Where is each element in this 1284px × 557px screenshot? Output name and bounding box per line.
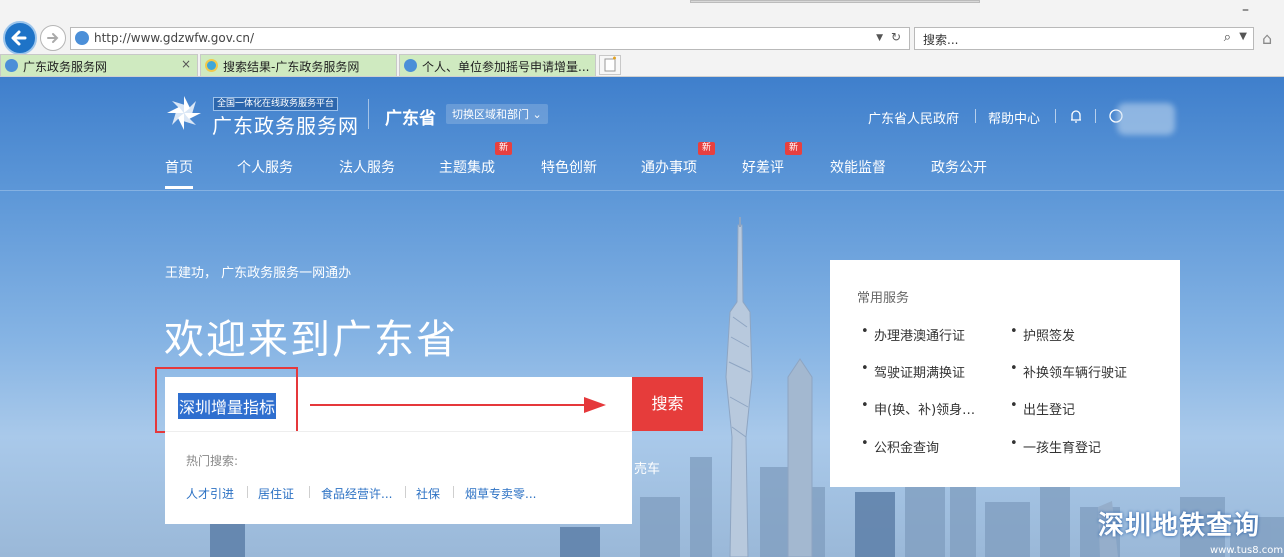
close-tab-icon[interactable]: ×: [181, 57, 191, 71]
popup-edge: [690, 0, 980, 3]
arrow-left-icon: [11, 30, 27, 46]
tab-search-results[interactable]: 搜索结果-广东政务服务网: [200, 54, 397, 76]
site-favicon-icon: [75, 31, 89, 45]
refresh-icon[interactable]: ↻: [891, 30, 901, 44]
header-separator: [1055, 109, 1056, 123]
service-item[interactable]: 驾驶证期满换证: [861, 361, 965, 381]
hot-search-separator: [453, 486, 454, 498]
provincial-gov-link[interactable]: 广东省人民政府: [868, 108, 959, 127]
arrow-right-icon: [47, 33, 59, 43]
new-badge: 新: [495, 142, 512, 155]
help-center-link[interactable]: 帮助中心: [988, 108, 1040, 127]
hot-search-separator: [405, 486, 406, 498]
site-favicon-icon: [5, 59, 18, 72]
forward-button[interactable]: [40, 25, 66, 51]
address-url: http://www.gdzwfw.gov.cn/: [94, 31, 254, 45]
service-item[interactable]: 出生登记: [1010, 398, 1075, 418]
search-dropdown-icon[interactable]: ▼: [1239, 31, 1247, 42]
service-item[interactable]: 护照签发: [1010, 324, 1075, 344]
tab-label: 广东政务服务网: [23, 60, 108, 74]
nav-home[interactable]: 首页: [165, 157, 193, 189]
home-icon[interactable]: ⌂: [1262, 29, 1272, 48]
service-item[interactable]: 补换领车辆行驶证: [1010, 361, 1127, 381]
gdzwfw-page: 全国一体化在线政务服务平台 广东政务服务网 广东省 切换区域和部门 ⌄ 广东省人…: [0, 77, 1284, 557]
hot-search-item[interactable]: 人才引进: [186, 485, 234, 502]
tab-gdzwfw[interactable]: 广东政务服务网 ×: [0, 54, 198, 76]
browser-search-box[interactable]: 搜索... ⌕ ▼: [914, 27, 1254, 50]
annotation-arrow: [310, 397, 606, 413]
minimize-button[interactable]: –: [1242, 2, 1249, 18]
hot-search-item[interactable]: 居住证: [258, 485, 294, 502]
welcome-heading: 欢迎来到广东省: [164, 317, 458, 363]
site-title[interactable]: 广东政务服务网: [212, 110, 359, 139]
search-button[interactable]: 搜索: [632, 377, 703, 431]
header-separator: [1095, 109, 1096, 123]
service-item[interactable]: 公积金查询: [861, 436, 939, 456]
hot-search-dropdown: [165, 431, 632, 524]
nav-special-innovation[interactable]: 特色创新: [541, 157, 597, 177]
service-item[interactable]: 办理港澳通行证: [861, 324, 965, 344]
nav-corporate-services[interactable]: 法人服务: [339, 157, 395, 177]
user-greeting: 王建功， 广东政务服务一网通办: [165, 266, 352, 281]
service-item[interactable]: 申(换、补)领身…: [861, 398, 975, 418]
tab-label: 搜索结果-广东政务服务网: [223, 60, 360, 74]
browser-chrome: – http://www.gdzwfw.gov.cn/ ▼ ↻ 搜索... ⌕ …: [0, 0, 1284, 77]
tab-lottery-application[interactable]: 个人、单位参加摇号申请增量...: [399, 54, 596, 76]
common-services-title: 常用服务: [857, 291, 910, 306]
nav-gov-affairs-public[interactable]: 政务公开: [931, 157, 987, 177]
switch-region-button[interactable]: 切换区域和部门 ⌄: [446, 104, 548, 124]
current-province: 广东省: [385, 109, 436, 129]
new-badge: 新: [785, 142, 802, 155]
new-tab-icon: [604, 56, 616, 72]
bell-icon[interactable]: [1068, 108, 1084, 124]
hot-search-separator: [309, 486, 310, 498]
nav-efficiency-supervision[interactable]: 效能监督: [830, 157, 886, 177]
browser-search-placeholder: 搜索...: [923, 33, 959, 47]
watermark-url: www.tus8.com: [1210, 545, 1284, 556]
nav-personal-services[interactable]: 个人服务: [237, 157, 293, 177]
back-button[interactable]: [3, 21, 37, 55]
watermark-logo: 深圳地铁查询: [1098, 511, 1261, 541]
header-separator: [975, 109, 976, 123]
hot-search-item[interactable]: 社保: [416, 485, 440, 502]
site-favicon-icon: [404, 59, 417, 72]
nav-general-affairs[interactable]: 通办事项: [641, 157, 697, 177]
ie-favicon-icon: [205, 59, 218, 72]
new-tab-button[interactable]: [599, 55, 621, 75]
hot-search-title: 热门搜索:: [186, 454, 239, 468]
nav-theme-integration[interactable]: 主题集成: [439, 157, 495, 177]
hot-search-separator: [247, 486, 248, 498]
hot-search-item[interactable]: 食品经营许...: [321, 485, 392, 502]
nav-rating[interactable]: 好差评: [742, 157, 784, 177]
platform-tag: 全国一体化在线政务服务平台: [213, 97, 339, 111]
service-item[interactable]: 一孩生育登记: [1010, 436, 1101, 456]
search-icon[interactable]: ⌕: [1224, 30, 1231, 45]
nav-divider: [0, 190, 1284, 191]
hot-search-item[interactable]: 烟草专卖零...: [465, 485, 536, 502]
new-badge: 新: [698, 142, 715, 155]
tab-label: 个人、单位参加摇号申请增量...: [422, 60, 590, 74]
blurred-username: [1117, 103, 1175, 135]
address-bar[interactable]: http://www.gdzwfw.gov.cn/ ▼ ↻: [70, 27, 910, 50]
address-dropdown-icon[interactable]: ▼: [876, 33, 883, 43]
annotation-highlight-box: [155, 367, 298, 433]
gd-logo-icon[interactable]: [165, 94, 203, 132]
header-divider: [368, 99, 369, 129]
hidden-service-text: 売车: [634, 462, 661, 477]
